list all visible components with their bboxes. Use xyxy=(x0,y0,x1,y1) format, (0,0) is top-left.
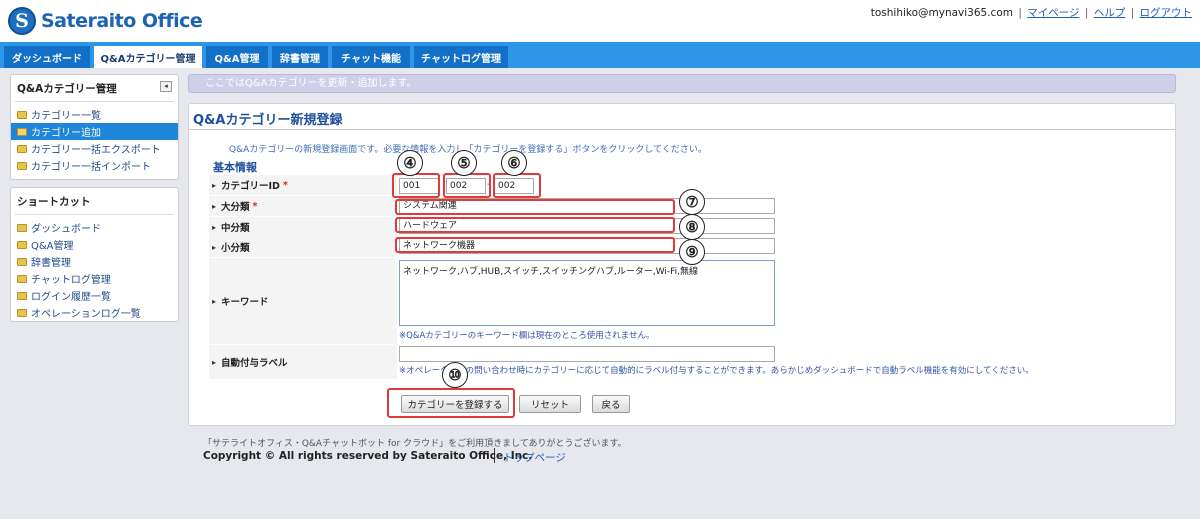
annotation-circle-10: ⑩ xyxy=(442,362,468,388)
shortcut-dashboard[interactable]: ダッシュボード xyxy=(11,219,178,236)
folder-icon xyxy=(17,161,27,170)
tab-qa-manage[interactable]: Q&A管理 xyxy=(206,46,268,68)
sidebar-panel-shortcut: ショートカット ダッシュボード Q&A管理 辞書管理 チャットログ管理 ログイン… xyxy=(10,187,179,322)
highlight-box xyxy=(395,237,675,253)
page-title: Q&Aカテゴリー新規登録 xyxy=(193,113,343,128)
annotation-circle-5: ⑤ xyxy=(451,150,477,176)
annotation-circle-7: ⑦ xyxy=(679,189,705,215)
highlight-box xyxy=(392,173,440,198)
auto-label-note: ※オペレーターへの問い合わせ時にカテゴリーに応じて自動的にラベル付与することがで… xyxy=(399,366,1034,376)
label-auto-label: 自動付与ラベル xyxy=(209,345,397,379)
folder-icon xyxy=(17,144,27,153)
auto-label-input[interactable] xyxy=(399,346,775,362)
required-mark: * xyxy=(252,200,258,212)
label-minor: 小分類 xyxy=(209,237,397,257)
annotation-circle-9: ⑨ xyxy=(679,239,705,265)
sidebar-panel-category: Q&Aカテゴリー管理 ◂ カテゴリー一覧 カテゴリー追加 カテゴリー一括エクスポ… xyxy=(10,74,179,180)
shortcut-chatlog[interactable]: チャットログ管理 xyxy=(11,270,178,287)
annotation-circle-4: ④ xyxy=(397,150,423,176)
sidebar-item-category-export[interactable]: カテゴリー一括エクスポート xyxy=(11,140,178,157)
shortcut-dictionary[interactable]: 辞書管理 xyxy=(11,253,178,270)
logo-text: Sateraito Office xyxy=(41,10,203,32)
sidebar-item-category-add[interactable]: カテゴリー追加 xyxy=(11,123,178,140)
mypage-link[interactable]: マイページ xyxy=(1027,7,1079,19)
sidebar-panel-title: Q&Aカテゴリー管理 xyxy=(17,83,117,95)
highlight-box xyxy=(395,217,675,233)
footer-thanks: 「サテライトオフィス・Q&Aチャットボット for クラウド」をご利用頂きまして… xyxy=(203,439,627,449)
user-email: toshihiko@mynavi365.com xyxy=(870,7,1013,19)
label-middle: 中分類 xyxy=(209,217,397,237)
sidebar-item-category-import[interactable]: カテゴリー一括インポート xyxy=(11,157,178,174)
highlight-box xyxy=(493,173,541,198)
keyword-note: ※Q&Aカテゴリーのキーワード欄は現在のところ使用されません。 xyxy=(399,331,655,341)
sidebar-panel-title: ショートカット xyxy=(17,196,91,208)
highlight-box xyxy=(395,199,675,215)
folder-icon xyxy=(17,257,27,266)
top-page-link[interactable]: トップページ xyxy=(503,450,566,465)
folder-icon xyxy=(17,308,27,317)
help-link[interactable]: ヘルプ xyxy=(1094,7,1126,19)
highlight-box xyxy=(443,173,491,198)
shortcut-login-history[interactable]: ログイン履歴一覧 xyxy=(11,287,178,304)
back-button[interactable]: 戻る xyxy=(592,395,630,413)
annotation-circle-6: ⑥ xyxy=(501,150,527,176)
logo-mark: S xyxy=(8,7,36,35)
required-mark: * xyxy=(282,179,288,191)
label-keyword: キーワード xyxy=(209,258,397,344)
collapse-sidebar-button[interactable]: ◂ xyxy=(160,81,172,92)
folder-icon xyxy=(17,291,27,300)
folder-open-icon xyxy=(17,127,27,136)
logo[interactable]: S Sateraito Office xyxy=(8,6,203,36)
app-header: S Sateraito Office toshihiko@mynavi365.c… xyxy=(0,0,1200,42)
folder-icon xyxy=(17,274,27,283)
tab-dictionary[interactable]: 辞書管理 xyxy=(272,46,328,68)
main-nav: ダッシュボード Q&Aカテゴリー管理 Q&A管理 辞書管理 チャット機能 チャッ… xyxy=(0,42,1200,68)
section-heading: 基本情報 xyxy=(213,161,257,174)
user-links: toshihiko@mynavi365.com | マイページ | ヘルプ | … xyxy=(870,7,1193,19)
annotation-circle-8: ⑧ xyxy=(679,214,705,240)
tab-qa-category[interactable]: Q&Aカテゴリー管理 xyxy=(94,46,202,68)
main-form-panel: Q&Aカテゴリー新規登録 Q&Aカテゴリーの新規登録画面です。必要な情報を入力し… xyxy=(188,103,1176,426)
tab-chatlog[interactable]: チャットログ管理 xyxy=(414,46,508,68)
reset-button[interactable]: リセット xyxy=(519,395,581,413)
keyword-textarea[interactable]: ネットワーク,ハブ,HUB,スイッチ,スイッチングハブ,ルーター,Wi-Fi,無… xyxy=(399,260,775,326)
folder-icon xyxy=(17,110,27,119)
folder-icon xyxy=(17,223,27,232)
highlight-box xyxy=(387,388,515,418)
label-major: 大分類* xyxy=(209,196,397,216)
shortcut-qa-manage[interactable]: Q&A管理 xyxy=(11,236,178,253)
footer-copyright: Copyright © All rights reserved by Sater… xyxy=(203,450,533,462)
sidebar-item-category-list[interactable]: カテゴリー一覧 xyxy=(11,106,178,123)
tab-chat[interactable]: チャット機能 xyxy=(332,46,410,68)
logout-link[interactable]: ログアウト xyxy=(1140,7,1193,19)
shortcut-operation-log[interactable]: オペレーションログ一覧 xyxy=(11,304,178,321)
info-bar: ここではQ&Aカテゴリーを更新・追加します。 xyxy=(188,74,1176,93)
label-category-id: カテゴリーID* xyxy=(209,175,397,195)
folder-icon xyxy=(17,240,27,249)
tab-dashboard[interactable]: ダッシュボード xyxy=(4,46,90,68)
